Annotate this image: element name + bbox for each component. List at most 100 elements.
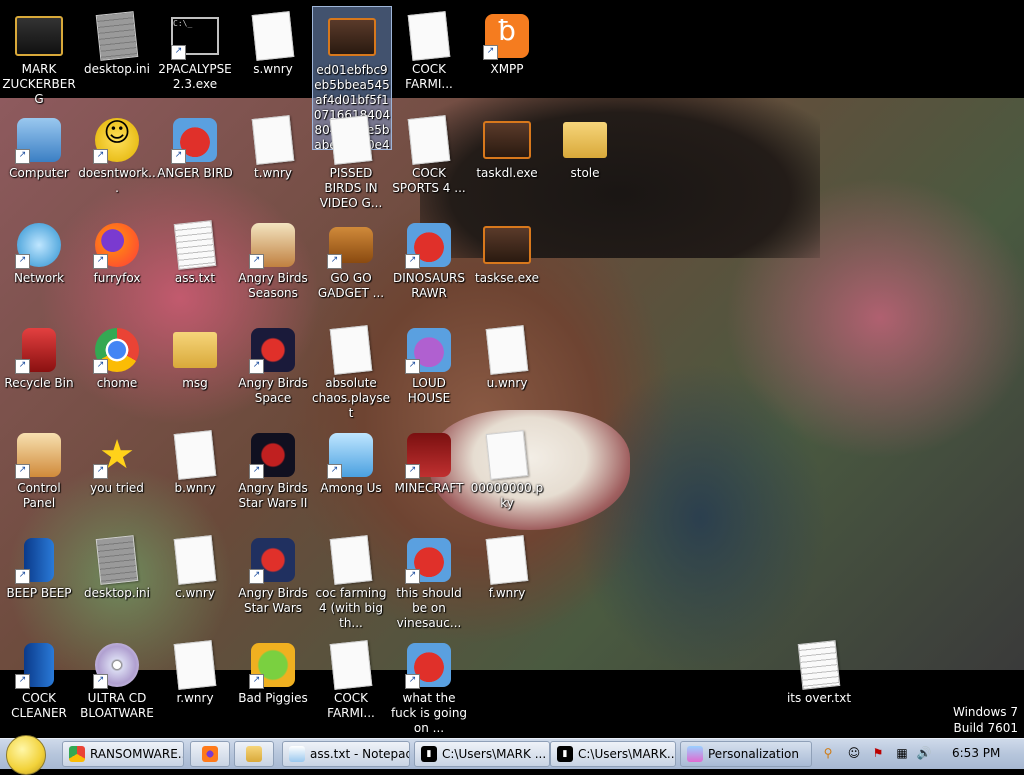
angry-birds-space-icon: ↗ — [249, 326, 297, 374]
desktop-icon-label: stole — [570, 166, 600, 180]
desktop-icon[interactable]: its over.txt — [780, 635, 858, 706]
network-tray-icon[interactable]: ▦ — [894, 746, 910, 762]
desktop-icon[interactable]: msg — [156, 320, 234, 391]
clock[interactable]: 6:53 PM — [952, 746, 1000, 760]
desktop-icon[interactable]: taskdl.exe — [468, 110, 546, 181]
desktop-icon[interactable]: 00000000.pky — [468, 425, 546, 511]
desktop-icon[interactable]: ↗ Bad Piggies — [234, 635, 312, 706]
shortcut-arrow-icon: ↗ — [93, 674, 108, 689]
desktop-icon-label: furryfox — [93, 271, 141, 285]
desktop-icon-label: s.wnry — [253, 62, 293, 76]
taskbar-button[interactable]: RANSOMWARE... — [62, 741, 184, 767]
taskbar-button-label: C:\Users\MARK ... — [442, 747, 547, 761]
desktop-icon[interactable]: ↗ this should be on vinesauc... — [390, 530, 468, 631]
desktop-icon[interactable]: s.wnry — [234, 6, 312, 77]
desktop-icon[interactable]: desktop.ini — [78, 6, 156, 77]
desktop-icon[interactable]: ↗ ANGER BIRD — [156, 110, 234, 181]
desktop-icon-label: Control Panel — [17, 481, 61, 510]
desktop-icon[interactable]: ↗ Angry Birds Seasons — [234, 215, 312, 301]
desktop-icon[interactable]: ↗ Angry Birds Star Wars — [234, 530, 312, 616]
desktop-icon[interactable]: COCK FARMI... — [390, 6, 468, 92]
desktop-icon[interactable]: u.wnry — [468, 320, 546, 391]
desktop-icon[interactable]: PISSED BIRDS IN VIDEO G... — [312, 110, 390, 211]
desktop-icon[interactable]: ↗ ULTRA CD BLOATWARE — [78, 635, 156, 721]
settings-file-icon — [93, 535, 141, 585]
recycle-bin-icon: ↗ — [15, 326, 63, 374]
desktop-icon[interactable]: t.wnry — [234, 110, 312, 181]
desktop-icon[interactable]: ↗ DINOSAURS RAWR — [390, 215, 468, 301]
desktop-icon-label: f.wnry — [488, 586, 526, 600]
desktop-icon[interactable]: ↗ MINECRAFT — [390, 425, 468, 496]
desktop-icon[interactable]: coc farming 4 (with big th... — [312, 530, 390, 631]
desktop-icon-label: GO GO GADGET ... — [317, 271, 385, 300]
desktop-icon[interactable]: ★ ↗ you tried — [78, 425, 156, 496]
shortcut-arrow-icon: ↗ — [15, 569, 30, 584]
desktop-icon-label: Angry Birds Seasons — [238, 271, 308, 300]
taskbar-button[interactable]: Personalization — [680, 741, 812, 767]
desktop-icon[interactable]: ↗ Angry Birds Star Wars II — [234, 425, 312, 511]
desktop-icon[interactable]: ↗ Among Us — [312, 425, 390, 496]
desktop-icon[interactable]: ↗ Network — [0, 215, 78, 286]
shortcut-arrow-icon: ↗ — [93, 254, 108, 269]
blank-file-icon — [171, 535, 219, 585]
desktop-icon[interactable]: ↗ Angry Birds Space — [234, 320, 312, 406]
desktop-icon[interactable]: COCK SPORTS 4 ... — [390, 110, 468, 196]
shortcut-arrow-icon: ↗ — [249, 569, 264, 584]
desktop-icon[interactable]: C:\_ ↗ 2PACALYPSE 2.3.exe — [156, 6, 234, 92]
search-icon[interactable]: ⚲ — [820, 746, 836, 762]
desktop-icon[interactable]: ↗ BEEP BEEP — [0, 530, 78, 601]
taskbar-button[interactable] — [234, 741, 274, 767]
shortcut-arrow-icon: ↗ — [93, 149, 108, 164]
exe-icon — [328, 13, 376, 61]
desktop-icon[interactable]: ↗ furryfox — [78, 215, 156, 286]
smiley-icon[interactable]: ☺ — [846, 746, 862, 762]
desktop-icon[interactable]: stole — [546, 110, 624, 181]
control-panel-icon: ↗ — [15, 431, 63, 479]
desktop-icon[interactable]: ↗ chome — [78, 320, 156, 391]
desktop-icon[interactable]: r.wnry — [156, 635, 234, 706]
desktop-icon[interactable]: MARK ZUCKERBERG — [0, 6, 78, 107]
desktop-icon[interactable]: ↗ Computer — [0, 110, 78, 181]
desktop-icon-label: COCK FARMI... — [405, 62, 453, 91]
desktop-icon[interactable]: absolute chaos.playset — [312, 320, 390, 421]
firefox-icon — [202, 746, 218, 762]
desktop-icon[interactable]: ↗ what the fuck is going on ... — [390, 635, 468, 736]
desktop-icon[interactable]: ☺ ↗ doesntwork... — [78, 110, 156, 196]
desktop-icon[interactable]: ↗ GO GO GADGET ... — [312, 215, 390, 301]
desktop-icon-label: r.wnry — [176, 691, 214, 705]
desktop-icon-label: coc farming 4 (with big th... — [315, 586, 387, 630]
desktop-icon-label: taskdl.exe — [476, 166, 538, 180]
desktop-icon-label: COCK CLEANER — [11, 691, 67, 720]
desktop-icon[interactable]: ↗ Recycle Bin — [0, 320, 78, 391]
desktop-icon[interactable]: b.wnry — [156, 425, 234, 496]
desktop-icon[interactable]: c.wnry — [156, 530, 234, 601]
desktop-icon-label: Among Us — [320, 481, 382, 495]
desktop-icon-label: msg — [182, 376, 208, 390]
chrome-icon: ↗ — [93, 326, 141, 374]
taskbar-button[interactable]: ▮ C:\Users\MARK ... — [414, 741, 550, 767]
desktop-icon-label: ass.txt — [174, 271, 216, 285]
desktop-icon[interactable]: COCK FARMI... — [312, 635, 390, 721]
desktop-icon[interactable]: desktop.ini — [78, 530, 156, 601]
desktop-icon[interactable]: ↗ LOUD HOUSE — [390, 320, 468, 406]
desktop-icon[interactable]: f.wnry — [468, 530, 546, 601]
among-us-icon: ↗ — [327, 431, 375, 479]
start-button[interactable] — [6, 735, 46, 775]
chrome-icon — [69, 746, 85, 762]
action-center-icon[interactable]: ⚑ — [870, 746, 886, 762]
shortcut-arrow-icon: ↗ — [15, 674, 30, 689]
volume-icon[interactable]: 🔊 — [916, 746, 932, 762]
taskbar-button[interactable]: ▮ C:\Users\MARK... — [550, 741, 676, 767]
desktop-icon-label: b.wnry — [174, 481, 216, 495]
taskbar-button[interactable]: ass.txt - Notepad — [282, 741, 410, 767]
desktop-icon-label: 00000000.pky — [470, 481, 544, 510]
desktop-icon[interactable]: ↗ COCK CLEANER — [0, 635, 78, 721]
angry-bird-icon: ↗ — [171, 116, 219, 164]
desktop-icon-label: its over.txt — [786, 691, 852, 705]
desktop-icon[interactable]: taskse.exe — [468, 215, 546, 286]
desktop-icon[interactable]: ƀ ↗ XMPP — [468, 6, 546, 77]
taskbar-button[interactable] — [190, 741, 230, 767]
desktop-icon[interactable]: ↗ Control Panel — [0, 425, 78, 511]
desktop-icon-label: Angry Birds Star Wars — [238, 586, 308, 615]
desktop-icon[interactable]: ass.txt — [156, 215, 234, 286]
